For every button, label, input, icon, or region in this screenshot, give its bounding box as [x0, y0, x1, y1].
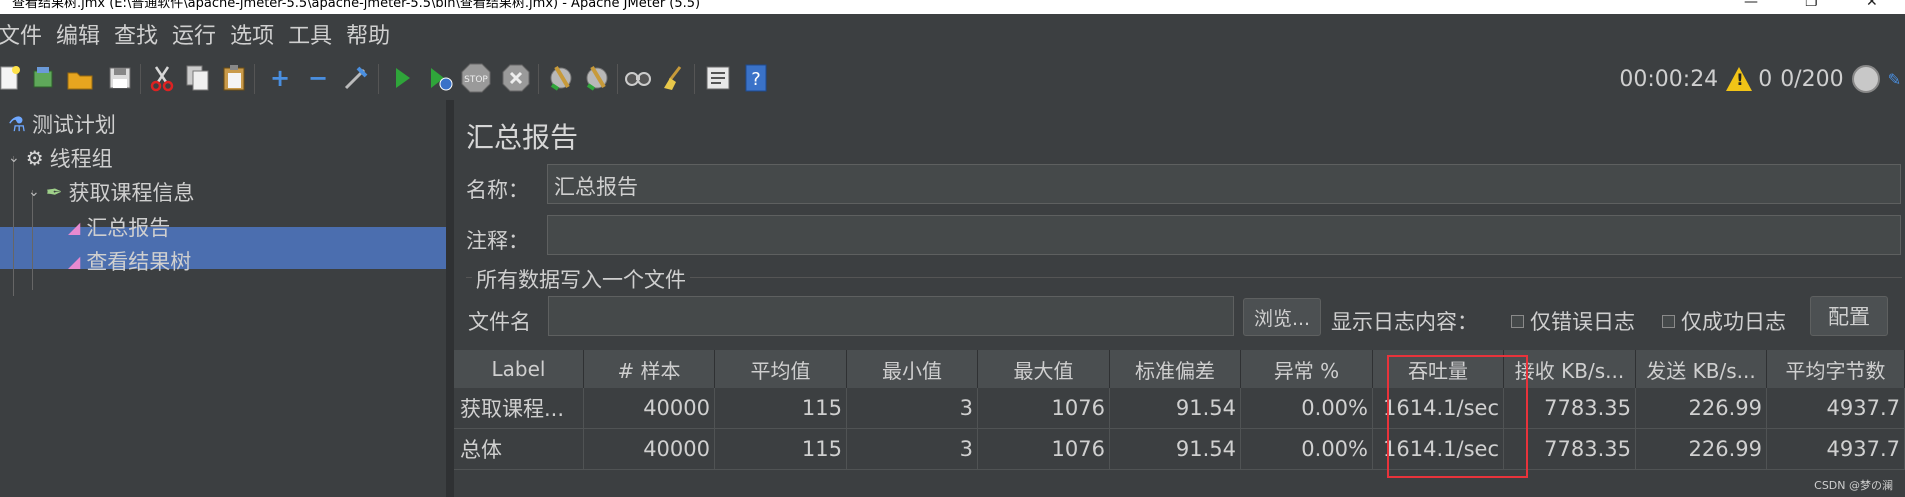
col-error-pct[interactable]: 异常 %	[1241, 350, 1373, 388]
filename-input[interactable]	[548, 296, 1234, 336]
clear-icon[interactable]	[545, 61, 577, 95]
table-row[interactable]: 总体 40000 115 3 1076 91.54 0.00% 1614.1/s…	[454, 429, 1905, 470]
function-helper-icon[interactable]	[702, 61, 734, 95]
name-label: 名称：	[466, 178, 529, 202]
open-icon[interactable]	[64, 61, 96, 95]
test-plan-tree: ⚗ 测试计划 ⌄ ⚙ 线程组 ⌄ ✒ 获取课程信息 ◢ 汇总报告 ◢ 查看结果树	[0, 104, 446, 497]
file-group-title: 所有数据写入一个文件	[472, 264, 690, 294]
success-only-checkbox[interactable]: 仅成功日志	[1662, 306, 1786, 336]
chevron-down-icon[interactable]: ⌄	[8, 150, 20, 166]
comment-label: 注释：	[466, 229, 529, 253]
watermark: CSDN @梦の澜	[1814, 479, 1893, 492]
run-status: 00:00:24 0 0/200 ✎	[1619, 58, 1905, 100]
toggle-icon[interactable]	[340, 61, 372, 95]
name-input[interactable]: 汇总报告	[547, 164, 1901, 204]
log-viewer-icon[interactable]: ✎	[1888, 70, 1901, 89]
tree-selection-highlight	[0, 227, 446, 269]
elapsed-timer: 00:00:24	[1619, 66, 1719, 92]
paste-icon[interactable]	[218, 61, 250, 95]
start-icon[interactable]	[386, 61, 418, 95]
table-header: Label # 样本 平均值 最小值 最大值 标准偏差 异常 % 吞吐量 接收 …	[454, 350, 1905, 388]
warning-count: 0	[1758, 66, 1773, 92]
cut-icon[interactable]	[146, 61, 178, 95]
stop-icon[interactable]: STOP	[460, 61, 492, 95]
expand-icon[interactable]: +	[264, 61, 296, 95]
col-std-dev[interactable]: 标准偏差	[1110, 350, 1241, 388]
menu-tools[interactable]: 工具	[288, 18, 332, 50]
copy-icon[interactable]	[182, 61, 214, 95]
svg-text:?: ?	[751, 69, 761, 90]
listener-icon: ◢	[68, 251, 81, 271]
menu-edit[interactable]: 编辑	[56, 18, 100, 50]
menu-help[interactable]: 帮助	[346, 18, 390, 50]
col-min[interactable]: 最小值	[847, 350, 978, 388]
clear-all-icon[interactable]	[581, 61, 613, 95]
test-plan-icon: ⚗	[8, 112, 26, 136]
col-avg-bytes[interactable]: 平均字节数	[1767, 350, 1905, 388]
log-content-label: 显示日志内容：	[1331, 310, 1478, 334]
new-icon[interactable]	[0, 61, 26, 95]
menu-bar: 文件 编辑 查找 运行 选项 工具 帮助	[0, 14, 1905, 54]
col-max[interactable]: 最大值	[978, 350, 1110, 388]
col-samples[interactable]: # 样本	[584, 350, 715, 388]
gear-icon: ⚙	[25, 146, 44, 170]
toolbar: + − STOP ? 00:00:24 0 0/200 ✎	[0, 58, 1905, 100]
menu-run[interactable]: 运行	[172, 18, 216, 50]
col-label[interactable]: Label	[454, 350, 584, 388]
shutdown-icon[interactable]	[500, 61, 532, 95]
checkbox-box[interactable]	[1511, 314, 1524, 328]
collapse-icon[interactable]: −	[302, 61, 334, 95]
save-icon[interactable]	[104, 61, 136, 95]
window-titlebar: 查看结果树.jmx (E:\普通软件\apache-jmeter-5.5\apa…	[0, 0, 1905, 14]
svg-text:STOP: STOP	[464, 75, 488, 85]
col-throughput[interactable]: 吞吐量	[1373, 350, 1504, 388]
page-title: 汇总报告	[466, 121, 579, 154]
chevron-down-icon[interactable]: ⌄	[28, 184, 40, 200]
close-icon[interactable]: ✕	[1866, 0, 1878, 9]
listener-icon: ◢	[68, 217, 81, 237]
menu-search[interactable]: 查找	[114, 18, 158, 50]
comment-input[interactable]	[547, 215, 1901, 255]
remote-status-icon[interactable]	[1851, 65, 1880, 93]
col-received-kb[interactable]: 接收 KB/s...	[1504, 350, 1636, 388]
configure-button[interactable]: 配置	[1810, 296, 1888, 336]
start-no-pause-icon[interactable]	[424, 61, 456, 95]
window-title: 查看结果树.jmx (E:\普通软件\apache-jmeter-5.5\apa…	[12, 0, 701, 11]
errors-only-checkbox[interactable]: 仅错误日志	[1511, 306, 1635, 336]
col-sent-kb[interactable]: 发送 KB/s...	[1636, 350, 1767, 388]
help-icon[interactable]: ?	[740, 61, 772, 95]
tree-item-results-tree[interactable]: ◢ 查看结果树	[68, 241, 191, 281]
warning-icon[interactable]	[1726, 67, 1753, 91]
active-threads: 0/200	[1780, 66, 1844, 92]
reset-search-icon[interactable]	[658, 61, 690, 95]
minimize-icon[interactable]: —	[1744, 0, 1758, 9]
tree-item-sampler[interactable]: ⌄ ✒ 获取课程信息	[28, 172, 195, 212]
browse-button[interactable]: 浏览...	[1243, 298, 1321, 336]
search-icon[interactable]	[622, 61, 654, 95]
menu-options[interactable]: 选项	[230, 18, 274, 50]
checkbox-box[interactable]	[1662, 314, 1675, 328]
summary-report-panel: 汇总报告 名称： 汇总报告 注释： 所有数据写入一个文件 文件名 浏览... 显…	[454, 100, 1905, 497]
maximize-icon[interactable]: ❐	[1805, 0, 1818, 9]
table-row[interactable]: 获取课程... 40000 115 3 1076 91.54 0.00% 161…	[454, 388, 1905, 429]
menu-file[interactable]: 文件	[0, 18, 42, 50]
panel-splitter[interactable]	[446, 100, 454, 497]
filename-label: 文件名	[468, 310, 531, 334]
sampler-pen-icon: ✒	[45, 180, 63, 204]
templates-icon[interactable]	[28, 61, 60, 95]
col-average[interactable]: 平均值	[715, 350, 847, 388]
